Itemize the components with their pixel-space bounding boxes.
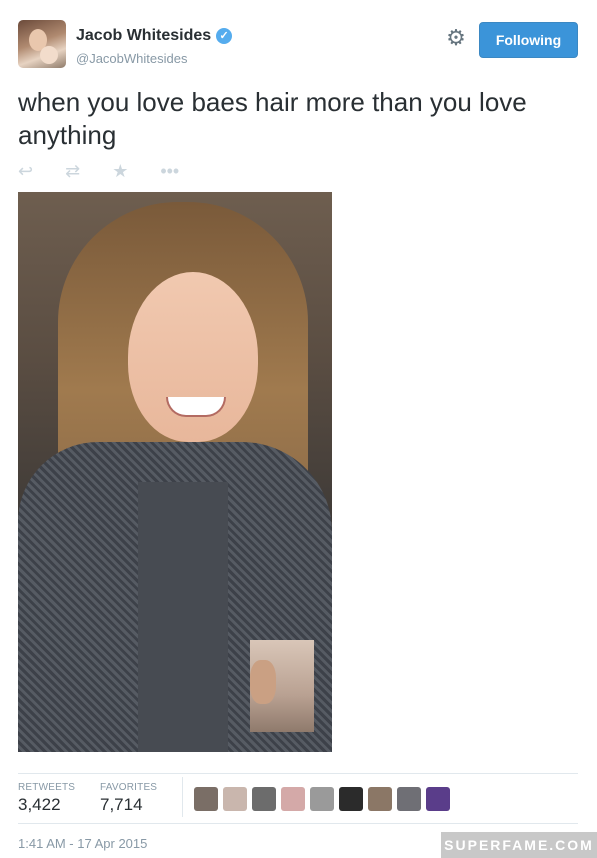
profile-handle[interactable]: @JacobWhitesides	[76, 51, 187, 66]
photo-inner-shirt	[138, 482, 228, 752]
gear-icon[interactable]: ⚙	[444, 26, 468, 50]
favorites-count: 7,714	[100, 795, 143, 814]
tweet-timestamp[interactable]: 1:41 AM - 17 Apr 2015	[18, 836, 147, 851]
avatar-baby	[40, 46, 58, 64]
tweet-actions: ↩ ⇄ ★ •••	[18, 160, 211, 182]
tweet-photo[interactable]	[18, 192, 332, 752]
following-button[interactable]: Following	[479, 22, 578, 58]
tweet-text: when you love baes hair more than you lo…	[18, 87, 527, 150]
favorites-stat[interactable]: FAVORITES 7,714	[100, 782, 157, 815]
name-row: Jacob Whitesides ✓	[76, 27, 233, 45]
stats-separator	[182, 777, 183, 817]
favoriter-avatar[interactable]	[194, 787, 218, 811]
favoriter-avatar[interactable]	[368, 787, 392, 811]
favoriter-avatar[interactable]	[223, 787, 247, 811]
profile-name[interactable]: Jacob Whitesides	[76, 27, 211, 45]
retweet-icon[interactable]: ⇄	[65, 160, 80, 182]
verified-badge-icon: ✓	[216, 28, 233, 44]
favoriter-avatar[interactable]	[339, 787, 363, 811]
inset-face	[250, 660, 276, 704]
video-call-inset	[250, 640, 314, 732]
favoriter-avatar[interactable]	[397, 787, 421, 811]
favoriter-avatar[interactable]	[281, 787, 305, 811]
more-icon[interactable]: •••	[160, 160, 179, 182]
reply-icon[interactable]: ↩	[18, 160, 33, 182]
avatar[interactable]	[18, 20, 66, 68]
favoriter-avatar[interactable]	[426, 787, 450, 811]
favoriter-avatar[interactable]	[310, 787, 334, 811]
favorites-label: FAVORITES	[100, 782, 158, 793]
stats-divider-top	[18, 773, 578, 774]
retweets-label: RETWEETS	[18, 782, 76, 793]
stats-divider-bottom	[18, 823, 578, 824]
retweets-count: 3,422	[18, 795, 61, 814]
favoriter-avatars	[194, 787, 455, 811]
favoriter-avatar[interactable]	[252, 787, 276, 811]
watermark: SUPERFAME.COM	[441, 832, 597, 858]
retweets-stat[interactable]: RETWEETS 3,422	[18, 782, 75, 815]
star-icon[interactable]: ★	[112, 160, 128, 182]
